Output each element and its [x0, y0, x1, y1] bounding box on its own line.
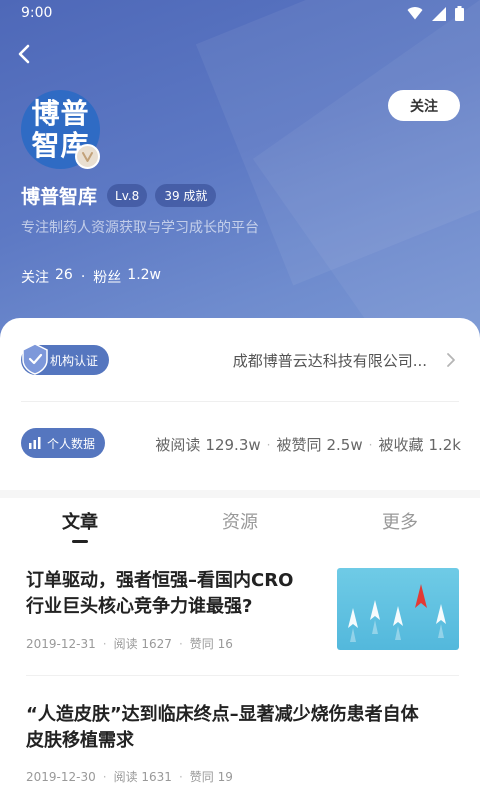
article-title: “人造皮肤”达到临床终点–显著减少烧伤患者自体 皮肤移植需求 [26, 702, 419, 754]
chevron-left-icon [18, 44, 30, 64]
meta-separator: · [102, 769, 107, 784]
tab-more[interactable]: 更多 [350, 508, 450, 534]
chevron-right-icon [447, 353, 455, 367]
reads-value: 129.3w [205, 435, 261, 454]
followers-count: 1.2w [127, 267, 161, 283]
favorites-label: 被收藏 [378, 436, 424, 454]
followers-label: 粉丝 [93, 270, 122, 286]
status-bar: 9:00 [0, 0, 480, 28]
personal-data-badge[interactable]: 个人数据 [21, 428, 105, 458]
article-date: 2019-12-30 [26, 769, 96, 784]
signal-icon [432, 6, 446, 21]
wifi-icon [407, 7, 423, 20]
certification-label: 机构认证 [50, 353, 99, 368]
article-item[interactable]: 订单驱动，强者恒强–看国内CRO 行业巨头核心竞争力谁最强? 2019-12-3… [0, 556, 480, 676]
level-badge[interactable]: Lv.8 [107, 184, 148, 207]
article-title-line: “人造皮肤”达到临床终点–显著减少烧伤患者自体 [26, 704, 419, 725]
tab-articles[interactable]: 文章 [30, 508, 130, 534]
avatar-text-line1: 博普 [31, 96, 90, 130]
achievements-text: 39 成就 [164, 189, 208, 203]
user-bio: 专注制药人资源获取与学习成长的平台 [21, 220, 259, 236]
article-title-line: 行业巨头核心竞争力谁最强? [26, 596, 253, 617]
article-thumbnail [337, 568, 459, 650]
name-row: 博普智库 Lv.8 39 成就 [21, 182, 217, 209]
paper-planes-image [348, 584, 446, 642]
back-button[interactable] [12, 40, 38, 68]
active-tab-indicator [72, 540, 88, 543]
stat-separator: · [368, 437, 373, 452]
likes-value: 2.5w [326, 435, 363, 454]
divider [26, 675, 459, 676]
follow-button[interactable]: 关注 [388, 90, 460, 121]
article-meta: 2019-12-31 · 阅读 1627 · 赞同 16 [26, 635, 233, 652]
section-gap [0, 490, 480, 498]
article-meta: 2019-12-30 · 阅读 1631 · 赞同 19 [26, 768, 233, 785]
article-title: 订单驱动，强者恒强–看国内CRO 行业巨头核心竞争力谁最强? [26, 568, 293, 620]
personal-data-label: 个人数据 [47, 436, 96, 451]
personal-data-row: 个人数据 被阅读 129.3w · 被赞同 2.5w · 被收藏 1.2k [21, 428, 461, 458]
tab-resources[interactable]: 资源 [190, 508, 290, 534]
article-date: 2019-12-31 [26, 636, 96, 651]
stat-separator: · [266, 437, 271, 452]
reads-label: 被阅读 [155, 436, 201, 454]
likes-label: 被赞同 [276, 436, 322, 454]
company-name: 成都博普云达科技有限公司... [232, 352, 427, 370]
following-label: 关注 [21, 270, 49, 286]
certification-row[interactable]: 机构认证 成都博普云达科技有限公司... [21, 343, 459, 375]
stats-separator: · [80, 269, 86, 285]
profile-header-background [0, 0, 480, 405]
article-item[interactable]: “人造皮肤”达到临床终点–显著减少烧伤患者自体 皮肤移植需求 2019-12-3… [0, 690, 480, 800]
achievements-badge[interactable]: 39 成就 [155, 184, 217, 207]
battery-icon [455, 6, 464, 21]
meta-separator: · [178, 769, 183, 784]
meta-separator: · [102, 636, 107, 651]
article-reads: 阅读 1631 [113, 770, 172, 784]
favorites-value: 1.2k [428, 435, 461, 454]
following-count: 26 [55, 267, 73, 283]
info-card: 机构认证 成都博普云达科技有限公司... 个人数据 被阅读 129.3w · 被… [0, 318, 480, 490]
personal-data-stats: 被阅读 129.3w · 被赞同 2.5w · 被收藏 1.2k [155, 434, 461, 455]
article-title-line: 订单驱动，强者恒强–看国内CRO [26, 570, 294, 591]
status-time: 9:00 [21, 5, 53, 21]
shield-check-icon [22, 343, 48, 375]
followers-stat[interactable]: 粉丝 1.2w [93, 267, 161, 287]
article-likes: 赞同 19 [189, 770, 233, 784]
content-tabs: 文章 资源 更多 [0, 498, 480, 548]
status-icons [407, 6, 464, 21]
article-likes: 赞同 16 [189, 637, 233, 651]
article-title-line: 皮肤移植需求 [26, 730, 134, 751]
user-name: 博普智库 [21, 186, 98, 208]
following-stat[interactable]: 关注 26 [21, 267, 73, 287]
verified-badge-icon [75, 144, 100, 169]
bar-chart-icon [29, 437, 41, 449]
article-reads: 阅读 1627 [113, 637, 172, 651]
follow-stats: 关注 26 · 粉丝 1.2w [21, 267, 161, 287]
divider [21, 401, 459, 402]
meta-separator: · [178, 636, 183, 651]
